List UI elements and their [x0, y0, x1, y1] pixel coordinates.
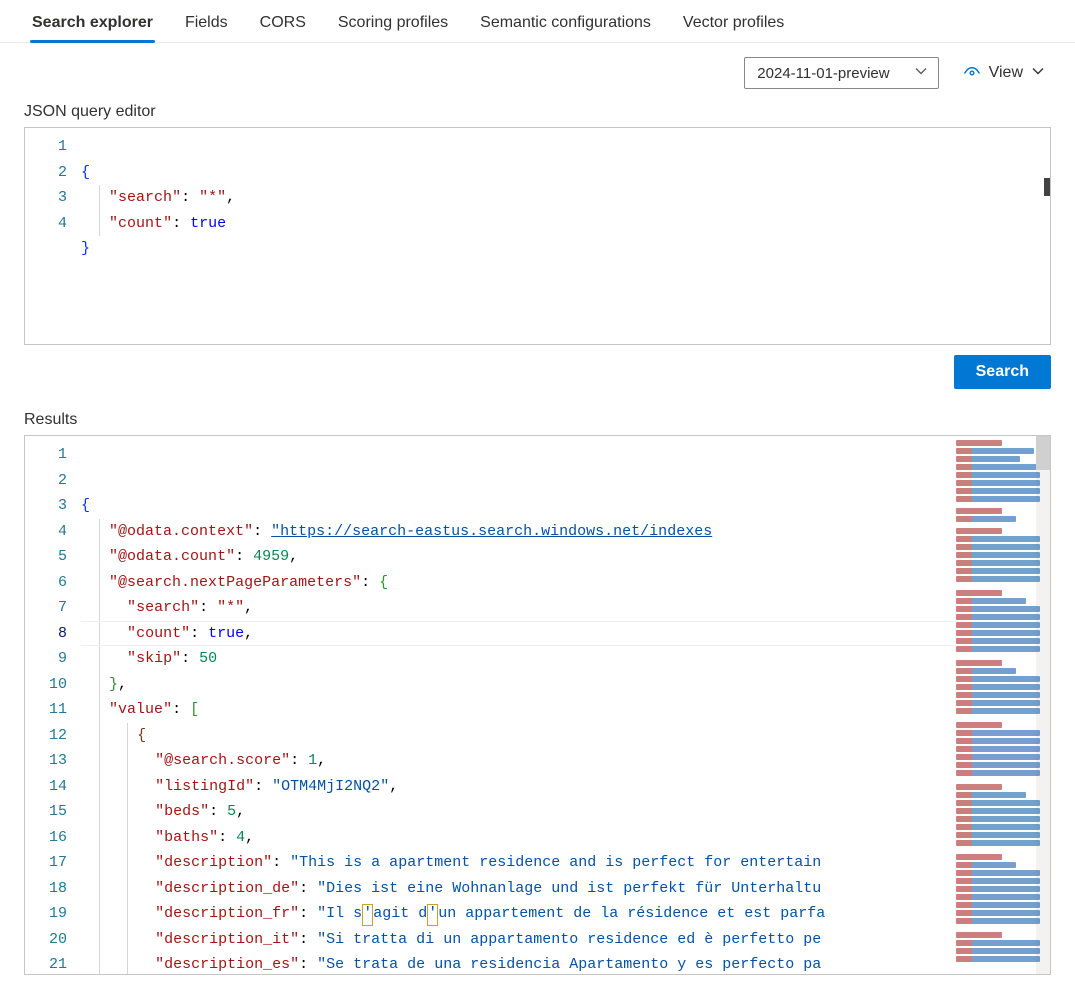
tab-fields[interactable]: Fields — [183, 8, 230, 42]
tab-scoring-profiles[interactable]: Scoring profiles — [336, 8, 450, 42]
results-editor[interactable]: 123456789101112131415161718192021 { "@od… — [24, 435, 1051, 975]
api-version-select[interactable]: 2024-11-01-preview — [744, 57, 938, 89]
chevron-down-icon — [1031, 64, 1045, 83]
search-button[interactable]: Search — [954, 355, 1051, 389]
results-gutter: 123456789101112131415161718192021 — [25, 436, 81, 974]
query-editor-label: JSON query editor — [0, 99, 1075, 127]
query-editor[interactable]: 1234 { "search": "*", "count": true } — [24, 127, 1051, 345]
view-label: View — [989, 64, 1023, 82]
minimap[interactable] — [954, 436, 1050, 974]
toolbar: 2024-11-01-preview View — [0, 43, 1075, 99]
tabs-bar: Search explorer Fields CORS Scoring prof… — [0, 0, 1075, 43]
tab-cors[interactable]: CORS — [258, 8, 308, 42]
results-label: Results — [0, 407, 1075, 435]
tab-semantic-configurations[interactable]: Semantic configurations — [478, 8, 653, 42]
eye-icon — [963, 64, 981, 82]
results-code[interactable]: { "@odata.context": "https://search-east… — [81, 436, 954, 974]
api-version-label: 2024-11-01-preview — [757, 65, 889, 82]
query-gutter: 1234 — [25, 128, 81, 344]
view-button[interactable]: View — [963, 64, 1045, 83]
tab-search-explorer[interactable]: Search explorer — [30, 8, 155, 42]
tab-vector-profiles[interactable]: Vector profiles — [681, 8, 786, 42]
query-code[interactable]: { "search": "*", "count": true } — [81, 128, 1050, 344]
chevron-down-icon — [914, 64, 928, 82]
